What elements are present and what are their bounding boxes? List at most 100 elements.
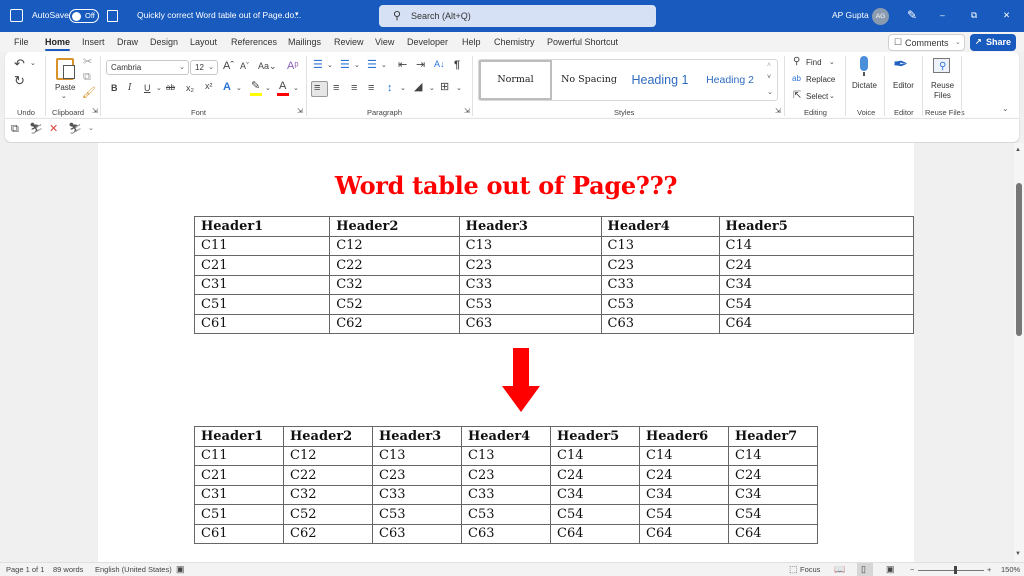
tab-developer[interactable]: Developer (407, 37, 448, 47)
strikethrough-icon[interactable]: ab (166, 84, 175, 92)
tab-view[interactable]: View (375, 37, 394, 47)
table-cell[interactable]: C31 (193, 274, 331, 295)
microphone-icon[interactable] (860, 56, 868, 71)
table-cell[interactable]: C24 (639, 465, 729, 486)
document-title[interactable]: Quickly correct Word table out of Page.d… (137, 10, 301, 20)
bullets-dropdown-icon[interactable]: ⌄ (327, 62, 333, 69)
table-cell[interactable]: C53 (372, 504, 462, 525)
replace-icon[interactable]: ab (792, 75, 801, 83)
styles-scroll-down-icon[interactable]: ˅ (767, 74, 771, 81)
table-cell[interactable]: C24 (718, 255, 914, 276)
tab-design[interactable]: Design (150, 37, 178, 47)
paragraph-launcher-icon[interactable]: ⇲ (464, 108, 470, 115)
tab-layout[interactable]: Layout (190, 37, 217, 47)
table-cell[interactable]: C51 (193, 294, 331, 315)
tab-mailings[interactable]: Mailings (288, 37, 321, 47)
table-cell[interactable]: C31 (194, 484, 284, 505)
justify-icon[interactable]: ≡ (368, 83, 374, 94)
tab-help[interactable]: Help (462, 37, 481, 47)
editor-pen-icon[interactable]: ✒ (893, 55, 908, 73)
table-cell[interactable]: C11 (193, 235, 331, 256)
table-cell[interactable]: C12 (283, 445, 373, 466)
table-cell[interactable]: C62 (329, 313, 460, 334)
tab-review[interactable]: Review (334, 37, 364, 47)
select-button[interactable]: Select (806, 92, 828, 101)
table-cell[interactable]: C51 (194, 504, 284, 525)
undo-dropdown-icon[interactable]: ⌄ (30, 60, 36, 67)
line-spacing-dropdown-icon[interactable]: ⌄ (400, 85, 406, 92)
table-cell[interactable]: C14 (728, 445, 818, 466)
table-header-cell[interactable]: Header5 (550, 426, 640, 447)
table-cell[interactable]: C33 (458, 274, 602, 295)
find-icon[interactable]: ⚲ (793, 57, 800, 67)
collapse-ribbon-icon[interactable]: ⌄ (1002, 105, 1009, 113)
table-cell[interactable]: C11 (194, 445, 284, 466)
table-header-cell[interactable]: Header1 (193, 216, 331, 237)
focus-icon[interactable]: ⬚ (789, 564, 798, 575)
document-page[interactable]: Word table out of Page??? Header1 Header2… (98, 143, 914, 562)
table-cell[interactable]: C12 (329, 235, 460, 256)
table-header-cell[interactable]: Header4 (600, 216, 720, 237)
share-button[interactable]: ↗ Share (970, 34, 1016, 51)
zoom-slider[interactable] (918, 570, 984, 571)
cut-icon[interactable]: ✂ (83, 57, 92, 68)
table-cell[interactable]: C23 (600, 255, 720, 276)
bullets-icon[interactable]: ☰ (313, 60, 323, 71)
scrollbar-thumb[interactable] (1016, 183, 1022, 336)
table-cell[interactable]: C63 (458, 313, 602, 334)
font-color-dropdown-icon[interactable]: ⌄ (293, 85, 299, 92)
comments-button[interactable]: ☐ Comments ⌄ (888, 34, 965, 51)
table-cell[interactable]: C22 (329, 255, 460, 276)
table-cell[interactable]: C32 (329, 274, 460, 295)
clipboard-launcher-icon[interactable]: ⇲ (92, 108, 98, 115)
line-spacing-icon[interactable]: ↕ (387, 83, 393, 94)
clear-formatting-icon[interactable]: Aᵖ (287, 61, 299, 72)
table-cell[interactable]: C52 (329, 294, 460, 315)
highlight-dropdown-icon[interactable]: ⌄ (265, 85, 271, 92)
table-cell[interactable]: C54 (718, 294, 914, 315)
table-cell[interactable]: C54 (639, 504, 729, 525)
table-cell[interactable]: C61 (194, 523, 284, 544)
accessibility-icon[interactable]: ▣ (176, 564, 185, 575)
autosave-toggle[interactable]: Off (69, 9, 99, 23)
table-cell[interactable]: C54 (728, 504, 818, 525)
table-cell[interactable]: C64 (639, 523, 729, 544)
text-effects-icon[interactable]: A (223, 82, 231, 93)
tab-powerful-shortcut[interactable]: Powerful Shortcut (547, 37, 618, 47)
table-cell[interactable]: C64 (728, 523, 818, 544)
tab-chemistry[interactable]: Chemistry (494, 37, 535, 47)
zoom-in-button[interactable]: + (987, 565, 991, 574)
style-heading-1[interactable]: Heading 1 (625, 60, 695, 100)
word-app-icon[interactable] (10, 9, 23, 22)
paste-dropdown-icon[interactable]: ⌄ (61, 93, 67, 100)
table-header-cell[interactable]: Header5 (718, 216, 914, 237)
subscript-icon[interactable]: x₂ (186, 84, 194, 93)
web-layout-icon[interactable]: ▣ (886, 564, 895, 575)
underline-icon[interactable]: U (144, 84, 151, 93)
table-header-cell[interactable]: Header3 (458, 216, 602, 237)
table-cell[interactable]: C53 (458, 294, 602, 315)
table-header-cell[interactable]: Header6 (639, 426, 729, 447)
reuse-files-label-1[interactable]: Reuse (931, 81, 954, 90)
tab-insert[interactable]: Insert (82, 37, 105, 47)
style-normal[interactable]: Normal (479, 60, 552, 100)
find-dropdown-icon[interactable]: ⌄ (829, 59, 835, 66)
table-cell[interactable]: C23 (458, 255, 602, 276)
table-cell[interactable]: C34 (550, 484, 640, 505)
decrease-indent-icon[interactable]: ⇤ (398, 60, 407, 71)
borders-icon[interactable]: ⊞ (440, 82, 449, 93)
table-cell[interactable]: C63 (461, 523, 551, 544)
style-no-spacing[interactable]: No Spacing (554, 60, 624, 100)
font-name-combo[interactable]: Cambria ⌄ (106, 60, 189, 75)
scroll-up-icon[interactable]: ▲ (1015, 147, 1021, 153)
sort-icon[interactable]: A↓ (434, 60, 445, 69)
table-cell[interactable]: C54 (550, 504, 640, 525)
avatar[interactable]: AG (872, 8, 889, 25)
table-cell[interactable]: C23 (372, 465, 462, 486)
table-cell[interactable]: C63 (600, 313, 720, 334)
table-cell[interactable]: C53 (600, 294, 720, 315)
close-button[interactable]: ✕ (1003, 10, 1010, 21)
tab-home[interactable]: Home (45, 37, 71, 51)
customize-qat-icon[interactable]: ⌄ (88, 125, 94, 132)
table-cell[interactable]: C34 (718, 274, 914, 295)
